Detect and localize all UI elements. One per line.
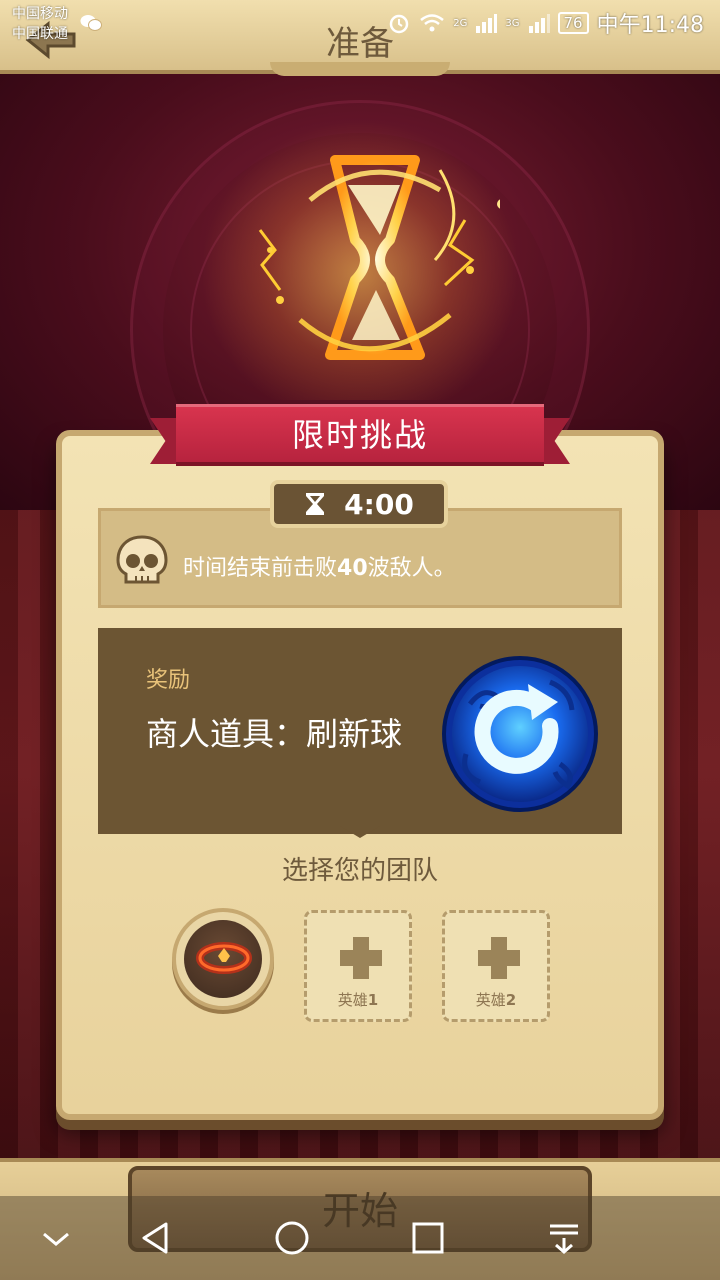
nav-recent-icon[interactable] xyxy=(408,1218,448,1258)
nav-menu-icon[interactable] xyxy=(544,1218,584,1258)
carrier-1: 中国移动 xyxy=(12,6,68,22)
refresh-orb-icon xyxy=(442,656,598,812)
objective-suffix: 波敌人。 xyxy=(367,556,456,581)
status-carriers: 中国移动 中国联通 xyxy=(12,4,68,44)
battery-level: 76 xyxy=(557,12,589,34)
carrier-2: 中国联通 xyxy=(12,26,68,42)
team-title: 选择您的团队 xyxy=(281,856,438,886)
nav-home-icon[interactable] xyxy=(272,1218,312,1258)
hero-slot-1[interactable]: 英雄1 xyxy=(304,910,412,1022)
wifi-icon xyxy=(420,14,445,32)
hero-slot-label: 英雄2 xyxy=(475,991,517,1009)
objective-count: 40 xyxy=(337,556,368,581)
objective-prefix: 时间结束前击败 xyxy=(183,556,338,581)
skull-icon xyxy=(116,535,168,584)
system-nav-bar xyxy=(0,1196,720,1280)
network-2g: 2G xyxy=(453,17,468,29)
timer-value: 4:00 xyxy=(344,487,414,521)
timer-badge: 4:00 xyxy=(270,480,448,528)
chevron-down-icon[interactable] xyxy=(36,1218,76,1258)
challenge-title: 限时挑战 xyxy=(291,416,428,454)
hourglass-small-icon xyxy=(306,493,325,515)
ring-icon xyxy=(196,942,252,974)
signal-icon xyxy=(476,14,498,33)
reward-label: 奖励 xyxy=(146,668,191,693)
ribbon-banner: 限时挑战 xyxy=(150,400,570,466)
nav-back-icon[interactable] xyxy=(136,1218,176,1258)
hourglass-icon xyxy=(258,155,500,360)
team-selected-slot[interactable] xyxy=(172,908,274,1010)
plus-icon xyxy=(478,937,520,979)
alarm-icon xyxy=(390,14,409,34)
status-right: 2G 3G 76 中午11:48 xyxy=(387,8,704,38)
hero-slot-2[interactable]: 英雄2 xyxy=(442,910,550,1022)
reward-name: 商人道具：刷新球 xyxy=(146,715,403,753)
wechat-icon xyxy=(80,15,102,31)
network-3g: 3G xyxy=(505,17,520,29)
hero-slot-label: 英雄1 xyxy=(337,991,379,1009)
status-time: 中午11:48 xyxy=(596,13,704,38)
objective-text: 时间结束前击败40波敌人。 xyxy=(183,550,456,582)
plus-icon xyxy=(340,937,382,979)
signal-icon-2 xyxy=(528,14,550,33)
